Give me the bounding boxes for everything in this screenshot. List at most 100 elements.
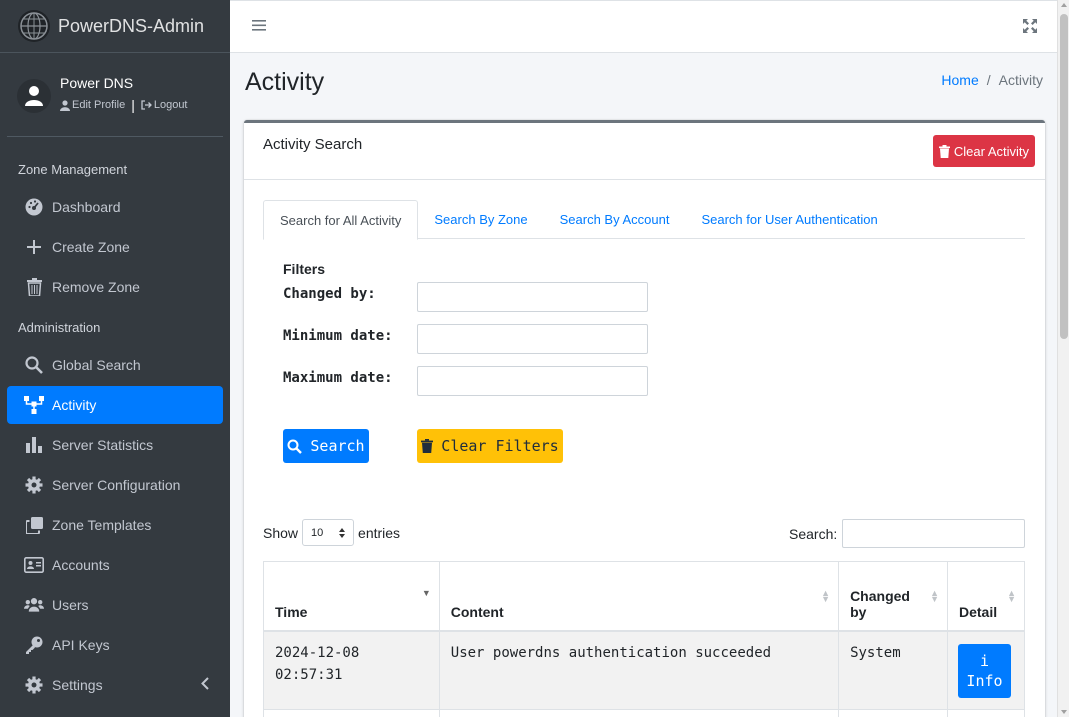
nav-header-administration: Administration — [18, 319, 101, 335]
entries-select[interactable]: 10 — [302, 519, 355, 546]
min-date-input[interactable] — [417, 324, 648, 354]
breadcrumb: Home / Activity — [941, 72, 1043, 88]
page-scrollbar[interactable] — [1057, 0, 1069, 717]
table-row: 2024-12-08 02:57:31 User powerdns authent… — [263, 630, 1026, 710]
show-entries: Show 10 entries — [263, 519, 400, 546]
table-search-input[interactable] — [842, 519, 1025, 548]
sidebar-item-activity[interactable]: Activity — [7, 386, 223, 424]
sidebar-item-label: Remove Zone — [52, 279, 140, 295]
changed-by-input[interactable] — [417, 282, 648, 312]
sidebar-item-server-configuration[interactable]: Server Configuration — [7, 466, 223, 504]
cell-changed-by: System — [838, 630, 948, 710]
card-header: Activity Search Clear Activity — [244, 123, 1045, 180]
sidebar: PowerDNS-Admin Power DNS Edit Profile | … — [0, 0, 230, 717]
sidebar-item-label: Global Search — [52, 357, 141, 373]
sort-icon: ▲ ▼ — [930, 588, 939, 604]
page-title: Activity — [245, 68, 325, 96]
user-name[interactable]: Power DNS — [60, 75, 188, 91]
sidebar-item-label: Users — [52, 597, 89, 613]
sidebar-item-label: Server Configuration — [52, 477, 181, 493]
gear-icon — [24, 675, 44, 695]
breadcrumb-home-link[interactable]: Home — [941, 72, 978, 88]
globe-icon — [18, 10, 50, 42]
sidebar-item-label: Server Statistics — [52, 437, 154, 453]
sort-arrows-icon — [339, 527, 346, 538]
info-icon: i — [979, 651, 989, 670]
card-title: Activity Search — [263, 136, 363, 153]
breadcrumb-current: Activity — [998, 72, 1043, 88]
menu-toggle-icon[interactable] — [252, 18, 266, 35]
breadcrumb-divider: / — [986, 72, 991, 88]
clear-activity-button[interactable]: Clear Activity — [932, 135, 1035, 167]
top-navbar — [230, 0, 1057, 53]
entries-label: entries — [358, 524, 401, 541]
sitemap-icon — [24, 395, 44, 415]
logout-link[interactable]: Logout — [141, 99, 188, 111]
edit-profile-link[interactable]: Edit Profile — [60, 99, 125, 111]
max-date-label: Maximum date: — [283, 370, 393, 386]
clone-icon — [24, 515, 44, 535]
bar-chart-icon — [24, 435, 44, 455]
changed-by-label: Changed by: — [283, 286, 376, 302]
sidebar-item-label: Dashboard — [52, 199, 121, 215]
sidebar-item-settings[interactable]: Settings — [7, 666, 223, 704]
sidebar-item-label: Zone Templates — [52, 517, 152, 533]
dashboard-icon — [24, 197, 44, 217]
divider: | — [131, 97, 135, 113]
tab-all-activity[interactable]: Search for All Activity — [263, 200, 419, 240]
search-icon — [24, 355, 44, 375]
sidebar-item-label: API Keys — [52, 637, 110, 653]
column-header-content[interactable]: Content ▲ ▼ — [438, 561, 840, 632]
sidebar-item-dashboard[interactable]: Dashboard — [7, 188, 223, 226]
info-button[interactable]: i Info — [957, 643, 1011, 698]
trash-icon — [938, 144, 950, 158]
sidebar-item-label: Create Zone — [52, 239, 130, 255]
scroll-thumb[interactable] — [1060, 14, 1068, 339]
brand-link[interactable]: PowerDNS-Admin — [0, 0, 230, 53]
sidebar-item-api-keys[interactable]: API Keys — [7, 626, 223, 664]
sidebar-item-global-search[interactable]: Global Search — [7, 346, 223, 384]
column-header-time[interactable]: Time ▼ — [263, 561, 440, 632]
sidebar-item-server-statistics[interactable]: Server Statistics — [7, 426, 223, 464]
users-icon — [24, 595, 44, 615]
max-date-input[interactable] — [417, 366, 648, 396]
tab-user-authentication[interactable]: Search for User Authentication — [685, 200, 893, 239]
column-header-detail[interactable]: Detail ▲ ▼ — [946, 561, 1026, 632]
sidebar-item-remove-zone[interactable]: Remove Zone — [7, 268, 223, 306]
search-button[interactable]: Search — [283, 429, 369, 463]
nav-header-zone-management: Zone Management — [18, 161, 128, 177]
address-card-icon — [24, 555, 44, 575]
sidebar-item-label: Accounts — [52, 557, 110, 573]
sidebar-item-users[interactable]: Users — [7, 586, 223, 624]
sidebar-item-accounts[interactable]: Accounts — [7, 546, 223, 584]
search-icon — [287, 439, 303, 454]
fullscreen-icon[interactable] — [1023, 19, 1037, 36]
avatar — [17, 79, 51, 113]
column-header-changed-by[interactable]: Changed by ▲ ▼ — [838, 561, 948, 632]
sidebar-item-label: Activity — [52, 397, 97, 413]
sidebar-item-label: Settings — [52, 677, 103, 693]
gear-icon — [24, 475, 44, 495]
sidebar-item-zone-templates[interactable]: Zone Templates — [7, 506, 223, 544]
cell-content: User powerdns authentication succeeded — [438, 630, 840, 710]
brand-name: PowerDNS-Admin — [58, 15, 205, 36]
clear-filters-button[interactable]: Clear Filters — [417, 429, 563, 463]
scroll-down-arrow[interactable] — [1061, 710, 1067, 714]
scroll-up-arrow[interactable] — [1061, 3, 1067, 7]
edit-profile-label: Edit Profile — [72, 99, 126, 111]
tab-by-account[interactable]: Search By Account — [544, 200, 686, 239]
user-icon — [60, 99, 70, 111]
filters-title: Filters — [283, 261, 326, 277]
cell-time: 2024-12-08 02:57:31 — [263, 630, 440, 710]
tab-by-zone[interactable]: Search By Zone — [418, 200, 543, 239]
trash-icon — [421, 439, 434, 453]
user-panel: Power DNS Edit Profile | Logout — [7, 53, 223, 137]
search-tabs: Search for All Activity Search By Zone S… — [263, 200, 1025, 240]
table-row — [263, 708, 1026, 717]
key-icon — [24, 635, 44, 655]
sidebar-item-create-zone[interactable]: Create Zone — [7, 228, 223, 266]
cell-detail: i Info — [946, 630, 1026, 710]
activity-table: Time ▼ Content ▲ ▼ Changed by ▲ ▼ Detail ▲ ▼ 202… — [263, 561, 1026, 717]
table-search-label: Search: — [789, 526, 838, 542]
min-date-label: Minimum date: — [283, 328, 393, 344]
